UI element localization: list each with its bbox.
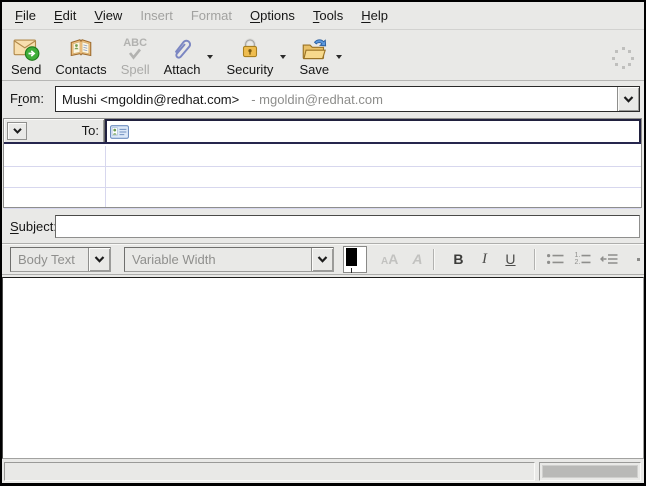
numbered-list-button[interactable]: 1. 2. [574, 252, 591, 266]
spell-label: Spell [121, 62, 150, 77]
security-dropdown-arrow-icon[interactable] [280, 55, 286, 59]
attach-dropdown-arrow-icon[interactable] [207, 55, 213, 59]
subject-row: Subject: [2, 214, 644, 240]
paragraph-style-combo-button[interactable] [88, 248, 110, 271]
font-style-value: Variable Width [132, 252, 216, 267]
security-label: Security [226, 62, 273, 77]
format-toolbar: Body Text Variable Width AA A B I U [2, 243, 644, 275]
contacts-icon [68, 35, 94, 62]
from-account-hint: - mgoldin@redhat.com [251, 92, 383, 107]
recipient-empty-rows [4, 146, 641, 207]
text-color-button[interactable] [343, 246, 367, 273]
send-button[interactable]: Send [4, 33, 48, 78]
recipient-row[interactable] [4, 146, 641, 167]
paragraph-style-value: Body Text [18, 252, 75, 267]
unindent-button[interactable] [600, 252, 619, 266]
chevron-down-icon [623, 96, 634, 103]
recipient-column-divider [105, 146, 106, 207]
contact-card-icon [110, 125, 129, 139]
message-body-editor[interactable] [2, 277, 644, 459]
decrease-font-size-button: AA [381, 251, 398, 267]
attach-button[interactable]: Attach [157, 33, 208, 78]
from-label: From: [10, 91, 44, 106]
from-combo-button[interactable] [617, 87, 639, 111]
menu-format: Format [182, 3, 241, 28]
menu-tools[interactable]: Tools [304, 3, 352, 28]
increase-font-size-button: A [412, 251, 422, 267]
menu-options[interactable]: Options [241, 3, 304, 28]
toolbar-overflow-icon[interactable] [637, 258, 640, 261]
recipient-type-button[interactable] [7, 122, 27, 140]
toolbar-separator [534, 249, 535, 270]
save-icon [301, 35, 328, 62]
send-label: Send [11, 62, 41, 77]
progress-area [539, 462, 641, 481]
text-color-tick [351, 268, 352, 273]
chevron-down-icon [317, 256, 328, 263]
recipient-row[interactable] [4, 167, 641, 188]
italic-button[interactable]: I [471, 251, 497, 268]
subject-label: Subject: [10, 219, 57, 234]
font-style-combo-button[interactable] [311, 248, 333, 271]
recipient-type-cell[interactable]: To: [4, 119, 105, 142]
save-button[interactable]: Save [292, 33, 336, 78]
status-message-area [4, 462, 535, 481]
progress-bar [542, 465, 638, 478]
spell-button: ABC Spell [114, 33, 157, 78]
bullet-list-button[interactable] [546, 252, 565, 266]
menu-edit[interactable]: Edit [45, 3, 85, 28]
unindent-icon [600, 252, 619, 266]
menu-insert: Insert [131, 3, 182, 28]
from-account-value: Mushi <mgoldin@redhat.com> [62, 92, 239, 107]
bullet-list-icon [546, 252, 565, 266]
to-address-input[interactable] [105, 119, 641, 142]
spell-icon: ABC [123, 35, 147, 62]
main-toolbar: Send Contacts ABC [2, 31, 644, 81]
menu-file[interactable]: File [6, 3, 45, 28]
from-row: From: Mushi <mgoldin@redhat.com> - mgold… [2, 86, 644, 112]
attach-icon [169, 35, 195, 62]
chevron-down-icon [94, 256, 105, 263]
subject-input[interactable] [55, 215, 640, 238]
activity-throbber-icon [612, 47, 636, 71]
security-button[interactable]: Security [219, 33, 280, 78]
paragraph-style-select[interactable]: Body Text [10, 247, 111, 272]
recipient-row[interactable] [4, 188, 641, 209]
menubar: File Edit View Insert Format Options Too… [2, 2, 644, 30]
menu-help[interactable]: Help [352, 3, 397, 28]
to-label: To: [82, 123, 104, 138]
save-dropdown-arrow-icon[interactable] [336, 55, 342, 59]
text-color-swatch [346, 248, 357, 266]
attach-label: Attach [164, 62, 201, 77]
security-icon [237, 35, 263, 62]
numbered-list-lines [580, 252, 591, 266]
from-account-select[interactable]: Mushi <mgoldin@redhat.com> - mgoldin@red… [55, 86, 640, 112]
chevron-down-icon [13, 128, 22, 134]
compose-window: File Edit View Insert Format Options Too… [2, 2, 644, 483]
recipient-header-row: To: [4, 119, 641, 144]
underline-button[interactable]: U [497, 251, 523, 267]
contacts-label: Contacts [55, 62, 106, 77]
contacts-button[interactable]: Contacts [48, 33, 113, 78]
recipients-table: To: [3, 118, 642, 208]
menu-view[interactable]: View [85, 3, 131, 28]
send-icon [13, 35, 40, 62]
toolbar-separator [433, 249, 434, 270]
font-style-select[interactable]: Variable Width [124, 247, 334, 272]
bold-button[interactable]: B [445, 251, 471, 267]
statusbar [2, 460, 644, 483]
save-label: Save [299, 62, 329, 77]
